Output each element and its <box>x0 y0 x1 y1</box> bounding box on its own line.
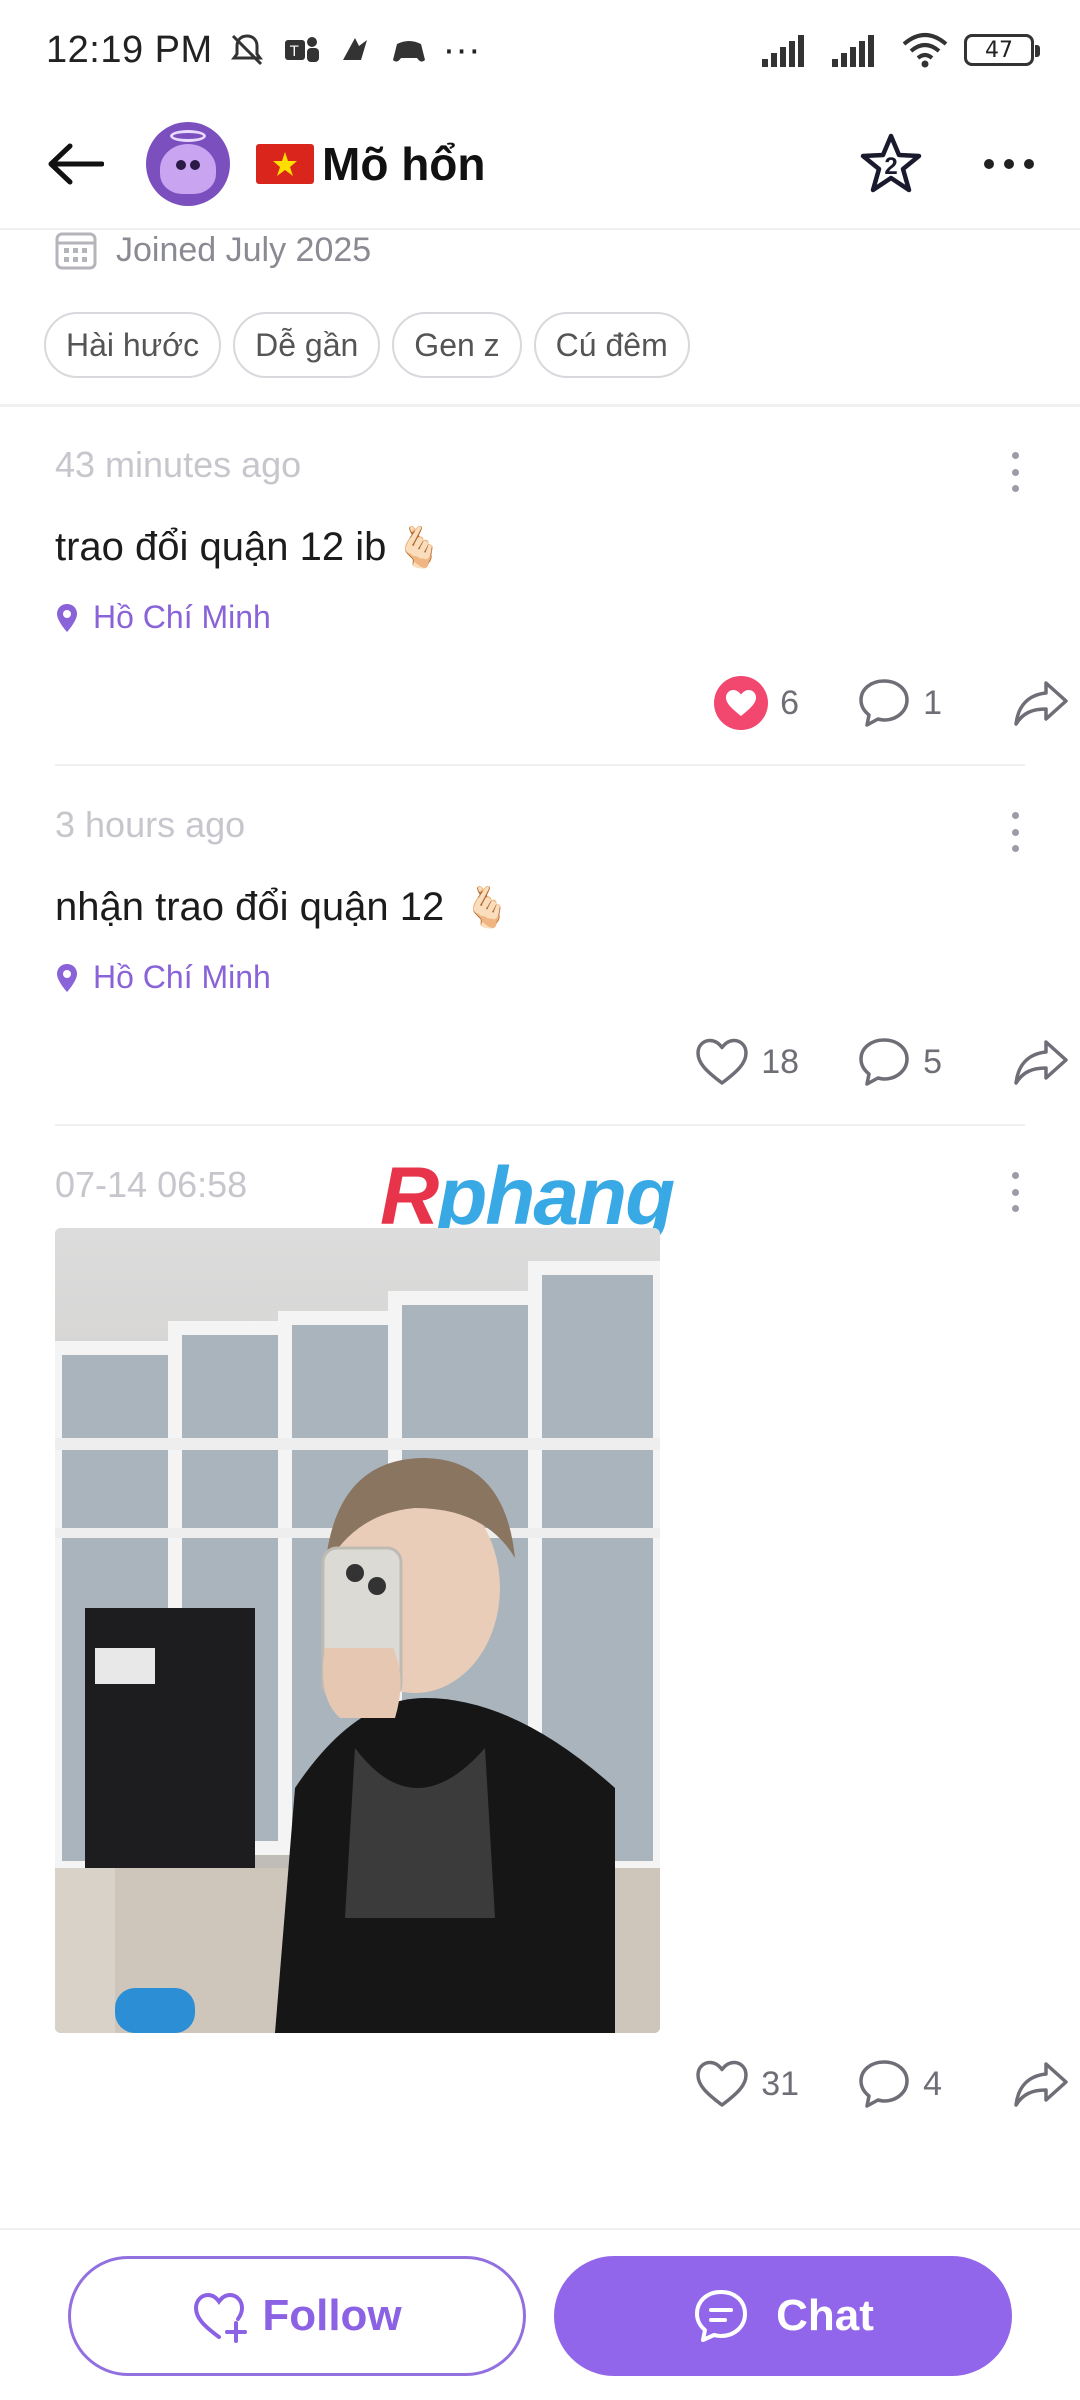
section-divider <box>0 404 1080 407</box>
profile-tags: Hài hước Dễ gần Gen z Cú đêm <box>44 312 690 378</box>
tag-chip[interactable]: Gen z <box>392 312 522 378</box>
post-location[interactable]: Hồ Chí Minh <box>55 959 1025 996</box>
status-time: 12:19 PM <box>46 28 213 71</box>
heart-filled-icon <box>714 676 769 730</box>
heart-outline-icon <box>696 1038 748 1085</box>
tag-chip[interactable]: Cú đêm <box>533 312 690 378</box>
comment-button[interactable]: 4 <box>857 2058 942 2110</box>
share-button[interactable] <box>1012 1038 1070 1086</box>
post-more-button[interactable] <box>1005 452 1025 492</box>
gamepad-icon <box>392 41 425 62</box>
arrow-left-icon <box>48 143 104 185</box>
like-button[interactable]: 31 <box>695 2059 799 2109</box>
post-card[interactable]: 43 minutes ago trao đổi quận 12 ib 🫰🏻 Hồ… <box>55 444 1025 636</box>
svg-text:T: T <box>289 44 299 60</box>
follow-button[interactable]: Follow <box>68 2256 526 2376</box>
profile-screen: 12:19 PM T ··· 47 Mõ hổn 2 Joined July 2… <box>0 0 1080 2400</box>
like-button[interactable]: 6 <box>714 676 799 730</box>
profile-name-text: Mõ hổn <box>322 138 486 190</box>
system-icons: 47 <box>762 32 1040 68</box>
bottom-action-bar: Follow Chat <box>0 2228 1080 2400</box>
comment-icon <box>859 1038 909 1086</box>
battery-icon: 47 <box>964 34 1040 66</box>
status-bar: 12:19 PM T ··· 47 <box>0 0 1080 100</box>
comment-count: 5 <box>923 1042 942 1081</box>
finger-heart-emoji: 🫰🏻 <box>394 526 445 570</box>
profile-header: Mõ hổn 2 <box>0 100 1080 230</box>
post-divider <box>55 1124 1025 1126</box>
heart-plus-icon <box>194 2292 248 2343</box>
post-text-content: trao đổi quận 12 ib <box>55 525 387 569</box>
post-card[interactable]: 3 hours ago nhận trao đổi quận 12 🫰🏻 Hồ … <box>55 804 1025 996</box>
favorite-button[interactable]: 2 <box>858 131 924 197</box>
teams-icon: T <box>284 37 319 62</box>
post-photo[interactable] <box>55 1228 660 2033</box>
share-icon <box>1014 1040 1068 1085</box>
notification-icons: T ··· <box>227 29 481 72</box>
profile-name: Mõ hổn <box>256 137 486 191</box>
location-pin-icon <box>57 603 77 632</box>
share-button[interactable] <box>1012 2060 1070 2108</box>
signal-icon <box>762 35 804 67</box>
share-icon <box>1014 2062 1068 2107</box>
post-more-button[interactable] <box>1005 1172 1025 1212</box>
post-time: 43 minutes ago <box>55 444 302 485</box>
like-button[interactable]: 18 <box>695 1037 799 1087</box>
star-badge-count: 2 <box>884 153 898 180</box>
back-button[interactable] <box>46 129 116 199</box>
comment-button[interactable]: 1 <box>857 677 942 729</box>
chat-bubble-icon <box>695 2290 748 2342</box>
wifi-icon <box>902 33 948 68</box>
share-icon <box>1014 681 1068 726</box>
joined-date: Joined July 2025 <box>54 228 371 272</box>
post-text: nhận trao đổi quận 12 🫰🏻 <box>55 884 1025 931</box>
calendar-icon <box>55 232 97 270</box>
location-text: Hồ Chí Minh <box>93 959 271 995</box>
more-notifications: ··· <box>442 28 481 71</box>
finger-heart-emoji: 🫰🏻 <box>462 886 513 930</box>
header-actions: 2 <box>858 131 1034 197</box>
chat-button[interactable]: Chat <box>554 2256 1012 2376</box>
post-location[interactable]: Hồ Chí Minh <box>55 599 1025 636</box>
comment-icon <box>859 2060 909 2108</box>
post-actions: 31 4 <box>695 2058 1070 2110</box>
joined-text: Joined July 2025 <box>116 230 372 269</box>
post-actions: 6 1 <box>714 676 1070 730</box>
comment-button[interactable]: 5 <box>857 1036 942 1088</box>
location-pin-icon <box>57 963 77 992</box>
more-options-button[interactable] <box>984 159 1034 169</box>
post-divider <box>55 764 1025 766</box>
post-text-content: nhận trao đổi quận 12 <box>55 885 445 929</box>
vietnam-flag-icon <box>256 144 314 184</box>
follow-label: Follow <box>262 2291 402 2340</box>
share-button[interactable] <box>1012 679 1070 727</box>
avatar[interactable] <box>146 122 230 206</box>
post-text: trao đổi quận 12 ib 🫰🏻 <box>55 524 1025 571</box>
like-count: 31 <box>761 2064 800 2103</box>
tag-chip[interactable]: Hài hước <box>44 312 222 378</box>
tag-chip[interactable]: Dễ gần <box>233 312 381 378</box>
chat-label: Chat <box>776 2291 874 2340</box>
app-icon <box>342 38 367 60</box>
post-more-button[interactable] <box>1005 812 1025 852</box>
mute-icon <box>230 34 263 66</box>
like-count: 18 <box>761 1042 800 1081</box>
comment-count: 1 <box>923 683 942 722</box>
like-count: 6 <box>780 683 800 722</box>
heart-outline-icon <box>696 2060 748 2107</box>
photo-image <box>55 1228 660 2033</box>
comment-count: 4 <box>923 2064 942 2103</box>
post-time: 3 hours ago <box>55 804 246 845</box>
signal-icon <box>832 35 874 67</box>
comment-icon <box>859 679 909 727</box>
post-actions: 18 5 <box>695 1036 1070 1088</box>
location-text: Hồ Chí Minh <box>93 599 271 635</box>
